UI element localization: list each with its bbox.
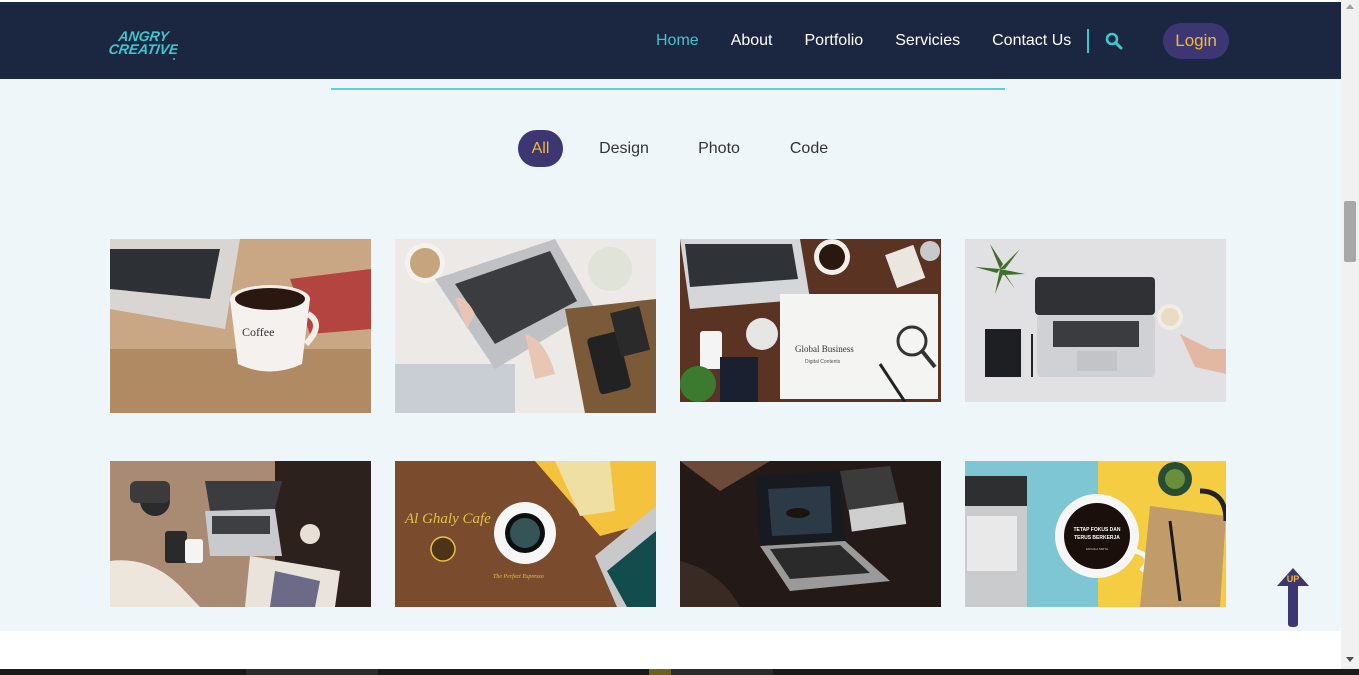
footer-spacer (0, 631, 1341, 669)
nav-about[interactable]: About (731, 32, 773, 50)
nav-contact-us[interactable]: Contact Us (992, 32, 1071, 50)
nav-servicies[interactable]: Servicies (895, 32, 960, 50)
footer-bar (0, 669, 1359, 675)
search-icon[interactable] (1105, 32, 1123, 50)
cup-text-line2: TERUS BERKERJA (1074, 535, 1120, 541)
scrollbar-thumb[interactable] (1344, 201, 1356, 262)
filter-photo[interactable]: Photo (690, 130, 748, 167)
filter-code[interactable]: Code (782, 130, 836, 167)
caption-text: The Perfect Espresso (493, 573, 544, 580)
portfolio-item-7[interactable] (680, 461, 941, 607)
nav-portfolio[interactable]: Portfolio (805, 32, 864, 50)
filter-all[interactable]: All (518, 130, 563, 167)
portfolio-item-1[interactable]: Coffee (110, 239, 371, 413)
back-to-top-button[interactable]: UP (1276, 566, 1310, 628)
logo-line2: CREATIVE (108, 41, 178, 57)
nav-separator (1087, 28, 1090, 53)
mug-text: Coffee (242, 325, 274, 339)
portfolio-item-3[interactable]: Global Business Digital Contents (680, 239, 941, 402)
vertical-scrollbar[interactable] (1341, 0, 1359, 669)
arrow-up-icon: UP (1277, 568, 1309, 627)
nav-home[interactable]: Home (656, 32, 699, 50)
portfolio-filters: All Design Photo Code (0, 130, 1341, 167)
back-to-top-label: UP (1287, 574, 1300, 584)
portfolio-item-8[interactable]: TETAP FOKUS DAN TERUS BERKERJA FADHILA S… (965, 461, 1226, 607)
cup-text-line1: TETAP FOKUS DAN (1073, 527, 1120, 533)
paper-title: Global Business (795, 344, 854, 354)
footer-bar-segment (671, 669, 773, 675)
portfolio-item-4[interactable] (965, 239, 1226, 402)
filter-design[interactable]: Design (591, 130, 657, 167)
cup-text-line3: FADHILA SMITH (1086, 547, 1109, 551)
portfolio-item-2[interactable] (395, 239, 656, 413)
portfolio-item-5[interactable] (110, 461, 371, 607)
scroll-up-arrow-icon[interactable] (1346, 4, 1354, 9)
site-header: ANGRY CREATIVE Home About Portfolio Serv… (0, 2, 1341, 79)
brand-text: Al Ghaly Cafe (404, 511, 491, 527)
footer-bar-segment (246, 669, 378, 675)
main-nav: Home About Portfolio Servicies Contact U… (640, 2, 1229, 79)
scroll-down-arrow-icon[interactable] (1346, 657, 1354, 662)
footer-bar-segment (649, 669, 671, 675)
login-button[interactable]: Login (1163, 22, 1229, 59)
page: ANGRY CREATIVE Home About Portfolio Serv… (0, 0, 1341, 675)
angry-creative-logo[interactable]: ANGRY CREATIVE (108, 26, 180, 60)
section-divider (331, 88, 1005, 90)
portfolio-item-6[interactable]: Al Ghaly Cafe The Perfect Espresso (395, 461, 656, 607)
paper-subtitle: Digital Contents (805, 359, 841, 365)
